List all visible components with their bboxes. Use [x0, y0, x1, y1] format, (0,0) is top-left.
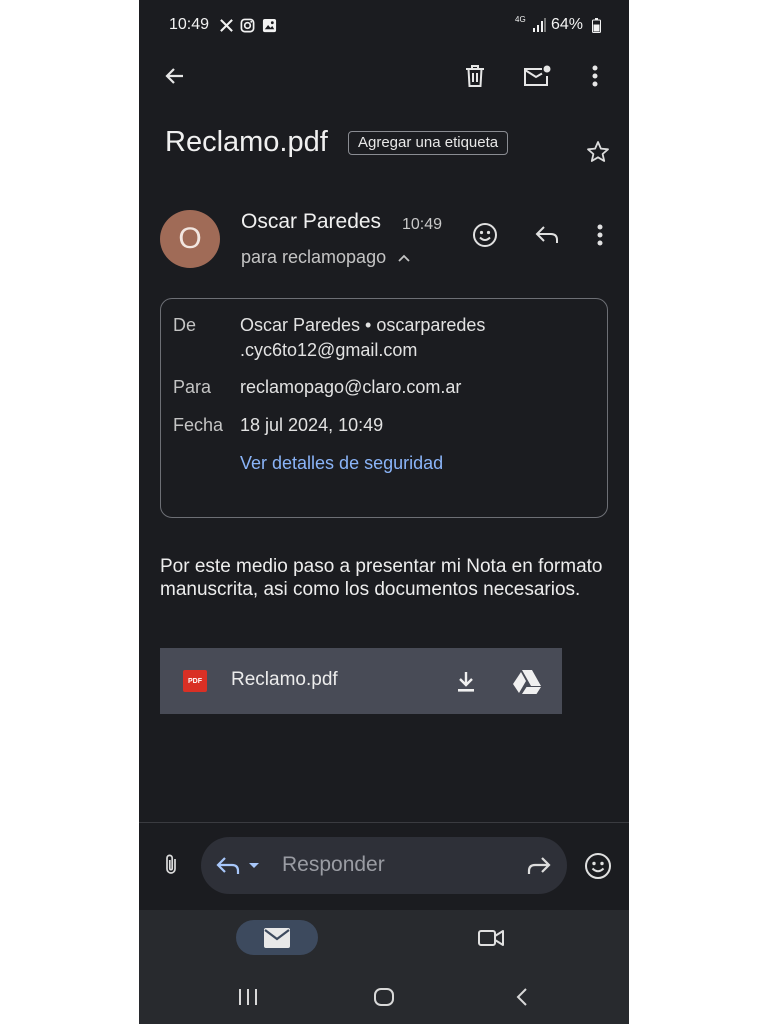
divider [139, 822, 629, 823]
mark-unread-button[interactable] [521, 60, 553, 92]
message-more-button[interactable] [586, 221, 614, 249]
date-value: 18 jul 2024, 10:49 [240, 415, 384, 435]
attachment-name: Reclamo.pdf [231, 669, 338, 690]
attach-button[interactable] [157, 850, 185, 880]
reply-mode-dropdown[interactable] [215, 852, 261, 880]
nav-meet-tab[interactable] [473, 923, 509, 953]
smiley-icon [473, 223, 497, 247]
video-camera-icon [478, 930, 504, 946]
security-details-link[interactable]: Ver detalles de seguridad [240, 453, 443, 474]
from-label: De [173, 315, 197, 335]
arrow-left-icon [165, 68, 183, 84]
attachment-card[interactable]: PDF Reclamo.pdf [160, 648, 562, 714]
network-type: 4G [515, 15, 526, 24]
system-back-button[interactable] [508, 984, 536, 1010]
email-subject: Reclamo.pdf [165, 126, 328, 158]
to-label: Para [173, 377, 212, 397]
date-label: Fecha [173, 415, 224, 435]
reply-button[interactable] [531, 219, 563, 251]
from-value: Oscar Paredes • oscarparedes [240, 315, 486, 335]
recipients-toggle[interactable]: para reclamopago [241, 247, 411, 268]
instagram-icon [239, 17, 255, 33]
status-bar: 10:49 4G 64% [139, 0, 629, 50]
chevron-up-icon [398, 254, 410, 262]
reply-icon [535, 226, 558, 243]
mail-icon [264, 927, 290, 948]
to-value: reclamopago@claro.com.ar [240, 377, 462, 397]
more-options-button[interactable] [580, 60, 610, 92]
paperclip-icon [166, 854, 176, 874]
home-icon [374, 988, 394, 1006]
forward-icon [527, 857, 551, 874]
nav-mail-tab[interactable] [236, 920, 318, 955]
home-button[interactable] [369, 984, 399, 1010]
forward-button[interactable] [523, 852, 553, 880]
email-time: 10:49 [402, 216, 443, 233]
bottom-navigation [139, 910, 629, 1024]
sender-avatar[interactable]: O [160, 210, 220, 268]
from-value-continued: .cyc6to12@gmail.com [240, 340, 418, 360]
add-label-chip[interactable]: Agregar una etiqueta [348, 131, 509, 155]
back-button[interactable] [159, 60, 191, 92]
smiley-icon [585, 853, 611, 879]
battery-icon [591, 17, 601, 33]
status-time: 10:49 [169, 16, 210, 33]
x-app-icon [218, 17, 234, 33]
reply-input[interactable]: Responder [282, 853, 385, 877]
mail-unread-icon [524, 65, 551, 86]
star-button[interactable] [583, 137, 613, 167]
reply-icon [216, 857, 240, 874]
more-vert-icon [592, 65, 598, 87]
recent-apps-button[interactable] [233, 984, 263, 1010]
download-icon [458, 672, 474, 692]
signal-icon [532, 17, 546, 32]
more-vert-icon [597, 224, 603, 246]
pdf-file-icon: PDF [183, 670, 207, 692]
emoji-button[interactable] [582, 850, 614, 882]
caret-down-icon [249, 863, 259, 868]
star-icon [587, 141, 609, 162]
battery-percent: 64% [551, 16, 584, 33]
phone-screen: 10:49 4G 64% Reclamo.pdf Agregar una eti… [139, 0, 629, 1024]
recipients-text: para reclamopago [241, 247, 387, 267]
gallery-icon [261, 17, 277, 33]
email-body: Por este medio paso a presentar mi Nota … [160, 556, 603, 600]
delete-button[interactable] [459, 60, 491, 92]
trash-icon [466, 65, 484, 87]
emoji-react-button[interactable] [469, 219, 501, 251]
reply-bar[interactable]: Responder [201, 837, 567, 894]
chevron-left-icon [516, 988, 527, 1006]
recents-icon [239, 989, 257, 1005]
save-to-drive-button[interactable] [510, 667, 544, 697]
message-details-card: De Oscar Paredes • oscarparedes .cyc6to1… [160, 298, 608, 518]
sender-name: Oscar Paredes [241, 210, 382, 233]
drive-icon [513, 670, 541, 694]
download-button[interactable] [452, 668, 480, 696]
